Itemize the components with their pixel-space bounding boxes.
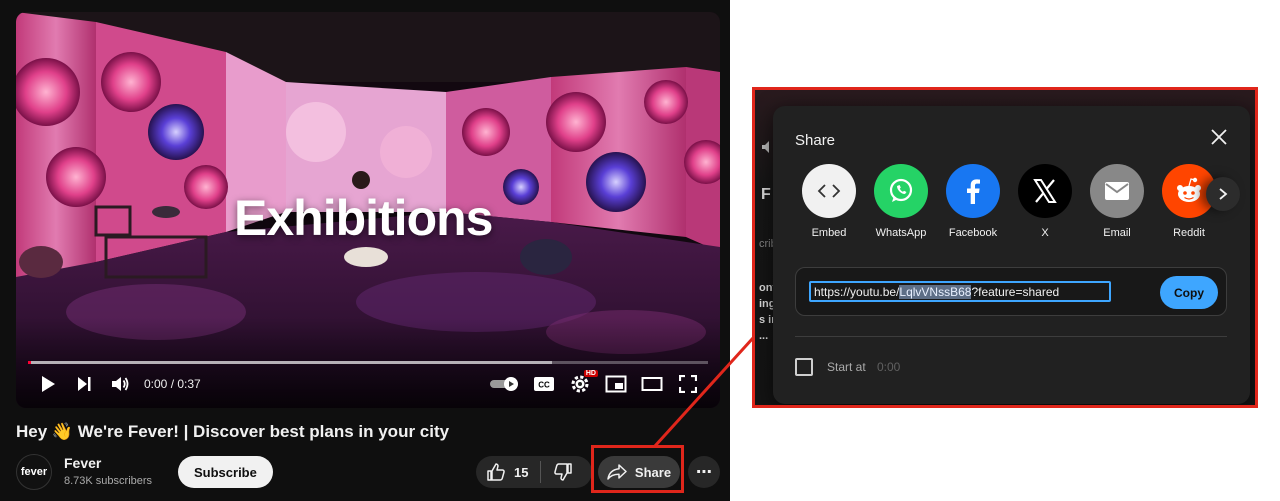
share-target-label: Email [1103, 227, 1131, 239]
zoomed-share-panel: F cribi ontl ing s in ... Share Embed [752, 87, 1258, 408]
video-title: Hey 👋 We're Fever! | Discover best plans… [16, 422, 450, 441]
subscribe-button[interactable]: Subscribe [178, 456, 273, 488]
whatsapp-icon [874, 164, 928, 218]
svg-text:CC: CC [538, 381, 550, 390]
screenshot-stage: Exhibitions 0:00 / 0:37 CC HD Hey 👋 We'r… [0, 0, 1280, 501]
start-at-time-input[interactable]: 0:00 [877, 360, 900, 374]
watch-page: Exhibitions 0:00 / 0:37 CC HD Hey 👋 We'r… [0, 0, 730, 501]
start-at-checkbox[interactable] [795, 358, 813, 376]
thumbs-down-icon [554, 463, 573, 481]
settings-button[interactable]: HD [562, 368, 598, 400]
start-at-label: Start at [827, 360, 866, 374]
share-target-whatsapp[interactable]: WhatsApp [873, 164, 929, 239]
play-button[interactable] [30, 368, 66, 400]
miniplayer-icon [605, 375, 627, 393]
share-target-label: Facebook [948, 227, 998, 239]
video-overlay-text: Exhibitions [234, 190, 493, 246]
subscriber-count: 8.73K subscribers [64, 475, 153, 487]
chevron-right-icon [1219, 188, 1228, 200]
thumbs-up-icon [487, 463, 505, 481]
facebook-icon [946, 164, 1000, 218]
more-actions-button[interactable]: ⋯ [688, 456, 720, 488]
skip-next-icon [78, 377, 91, 391]
channel-name[interactable]: Fever [64, 455, 101, 471]
theater-icon [641, 377, 663, 391]
captions-button[interactable]: CC [526, 368, 562, 400]
dialog-divider [795, 336, 1227, 337]
progress-bar[interactable] [28, 361, 708, 364]
copy-button[interactable]: Copy [1160, 276, 1218, 309]
play-icon [42, 376, 55, 392]
share-target-label: X [1041, 227, 1049, 239]
background-text-fragment: F [761, 186, 771, 203]
close-button[interactable] [1206, 124, 1232, 150]
video-player[interactable]: Exhibitions 0:00 / 0:37 CC HD [16, 12, 720, 408]
share-target-embed[interactable]: Embed [801, 164, 857, 239]
email-icon [1090, 164, 1144, 218]
autoplay-toggle-icon [490, 377, 518, 391]
progress-buffered [28, 361, 552, 364]
share-target-x[interactable]: X [1017, 164, 1073, 239]
volume-icon [112, 377, 129, 391]
next-targets-button[interactable] [1206, 177, 1240, 211]
captions-icon: CC [534, 377, 554, 391]
fullscreen-icon [679, 375, 697, 393]
share-target-label: WhatsApp [875, 227, 927, 239]
like-button[interactable]: 15 [476, 456, 540, 488]
fullscreen-button[interactable] [670, 368, 706, 400]
close-icon [1211, 129, 1227, 145]
player-controls: 0:00 / 0:37 CC HD [16, 368, 720, 400]
share-target-label: Embed [811, 227, 847, 239]
volume-button[interactable] [102, 368, 138, 400]
time-display: 0:00 / 0:37 [144, 377, 201, 391]
hd-badge: HD [583, 370, 598, 377]
share-dialog: Share Embed WhatsApp Facebook X Email Re… [773, 106, 1250, 404]
share-url-field[interactable]: https://youtu.be/LqlvVNssB68 ?feature=sha… [809, 281, 1111, 302]
like-dislike-group: 15 [476, 456, 592, 488]
url-prefix: https://youtu.be/ [814, 284, 900, 299]
progress-played [28, 361, 32, 364]
share-targets: Embed WhatsApp Facebook X Email Reddit [801, 164, 1231, 254]
url-selected-text: LqlvVNssB68 [899, 284, 972, 299]
share-target-email[interactable]: Email [1089, 164, 1145, 239]
channel-avatar[interactable]: fever [16, 454, 52, 490]
share-target-facebook[interactable]: Facebook [945, 164, 1001, 239]
like-count: 15 [514, 464, 529, 480]
dialog-title: Share [795, 132, 836, 149]
url-suffix: ?feature=shared [971, 284, 1060, 299]
x-icon [1018, 164, 1072, 218]
share-target-label: Reddit [1173, 227, 1205, 239]
autoplay-toggle[interactable] [484, 368, 526, 400]
dislike-button[interactable] [541, 456, 585, 488]
share-url-box: https://youtu.be/LqlvVNssB68 ?feature=sha… [795, 267, 1227, 316]
miniplayer-button[interactable] [598, 368, 634, 400]
share-button-highlight [591, 445, 684, 493]
theater-mode-button[interactable] [634, 368, 670, 400]
embed-icon [802, 164, 856, 218]
gear-icon [571, 375, 589, 393]
next-video-button[interactable] [66, 368, 102, 400]
